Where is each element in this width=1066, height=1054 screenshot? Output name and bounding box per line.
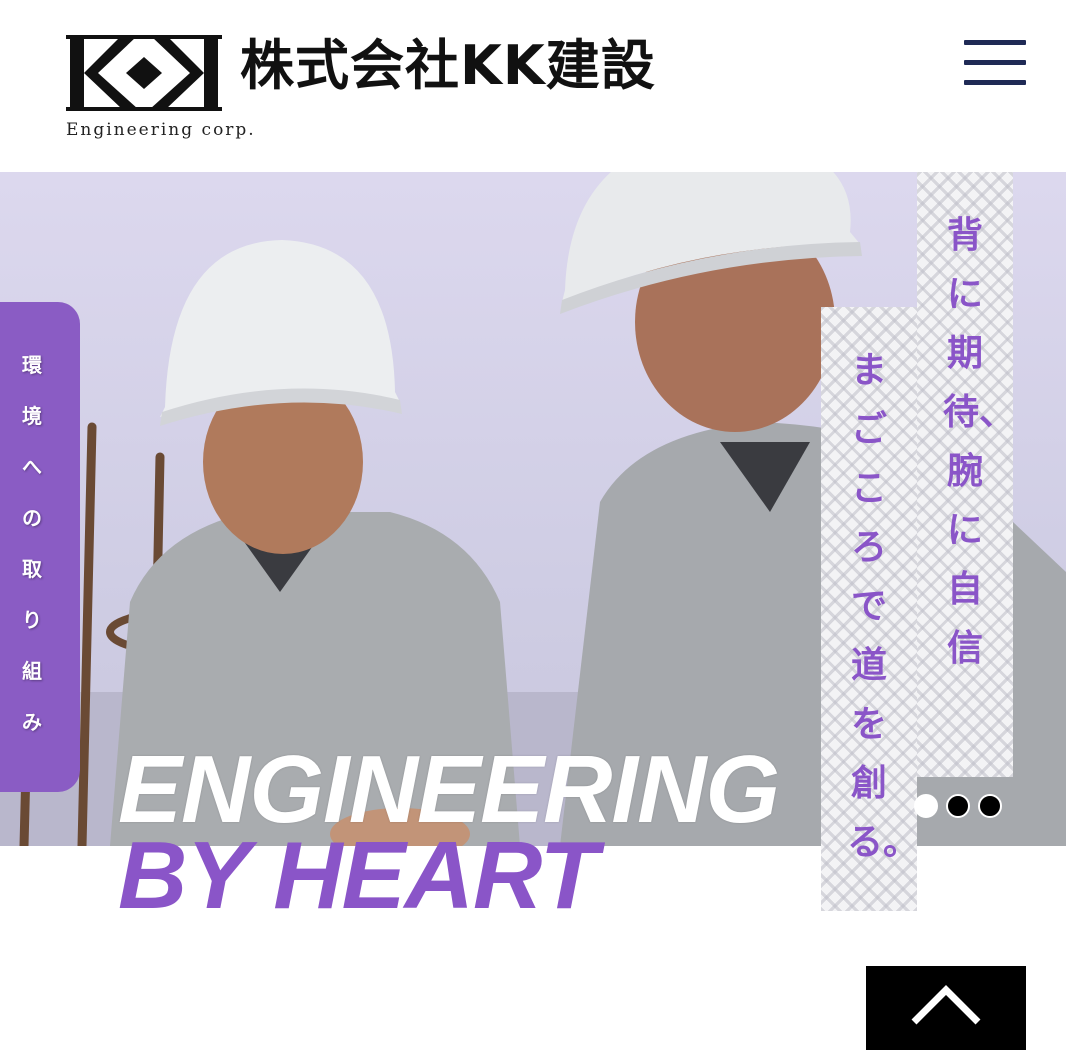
- slide-dot-2[interactable]: [946, 794, 970, 818]
- chevron-up-icon: [911, 985, 981, 1025]
- catch-copy-right-text: 背に期待、腕に自信: [943, 215, 1016, 669]
- site-header: 株式会社KK建設 Engineering corp.: [0, 0, 1066, 172]
- slide-dot-3[interactable]: [978, 794, 1002, 818]
- slide-indicators: [914, 794, 1006, 818]
- environment-initiatives-tab[interactable]: 環境への取り組み: [0, 302, 80, 792]
- catch-copy-left-text: まごころで道を創る。: [847, 350, 920, 863]
- logo-kk-icon: [66, 35, 222, 111]
- company-name: 株式会社KK建設: [240, 34, 656, 97]
- headline-by-heart: BY HEART: [118, 822, 598, 929]
- hamburger-menu-icon[interactable]: [964, 40, 1028, 86]
- logo-subtitle: Engineering corp.: [66, 120, 256, 140]
- company-logo[interactable]: [66, 35, 222, 111]
- back-to-top-button[interactable]: [866, 966, 1026, 1050]
- side-tab-label: 環境への取り組み: [22, 353, 42, 734]
- catch-copy-left: まごころで道を創る。: [821, 307, 920, 911]
- catch-copy-right: 背に期待、腕に自信: [917, 172, 1016, 777]
- slide-dot-1[interactable]: [914, 794, 938, 818]
